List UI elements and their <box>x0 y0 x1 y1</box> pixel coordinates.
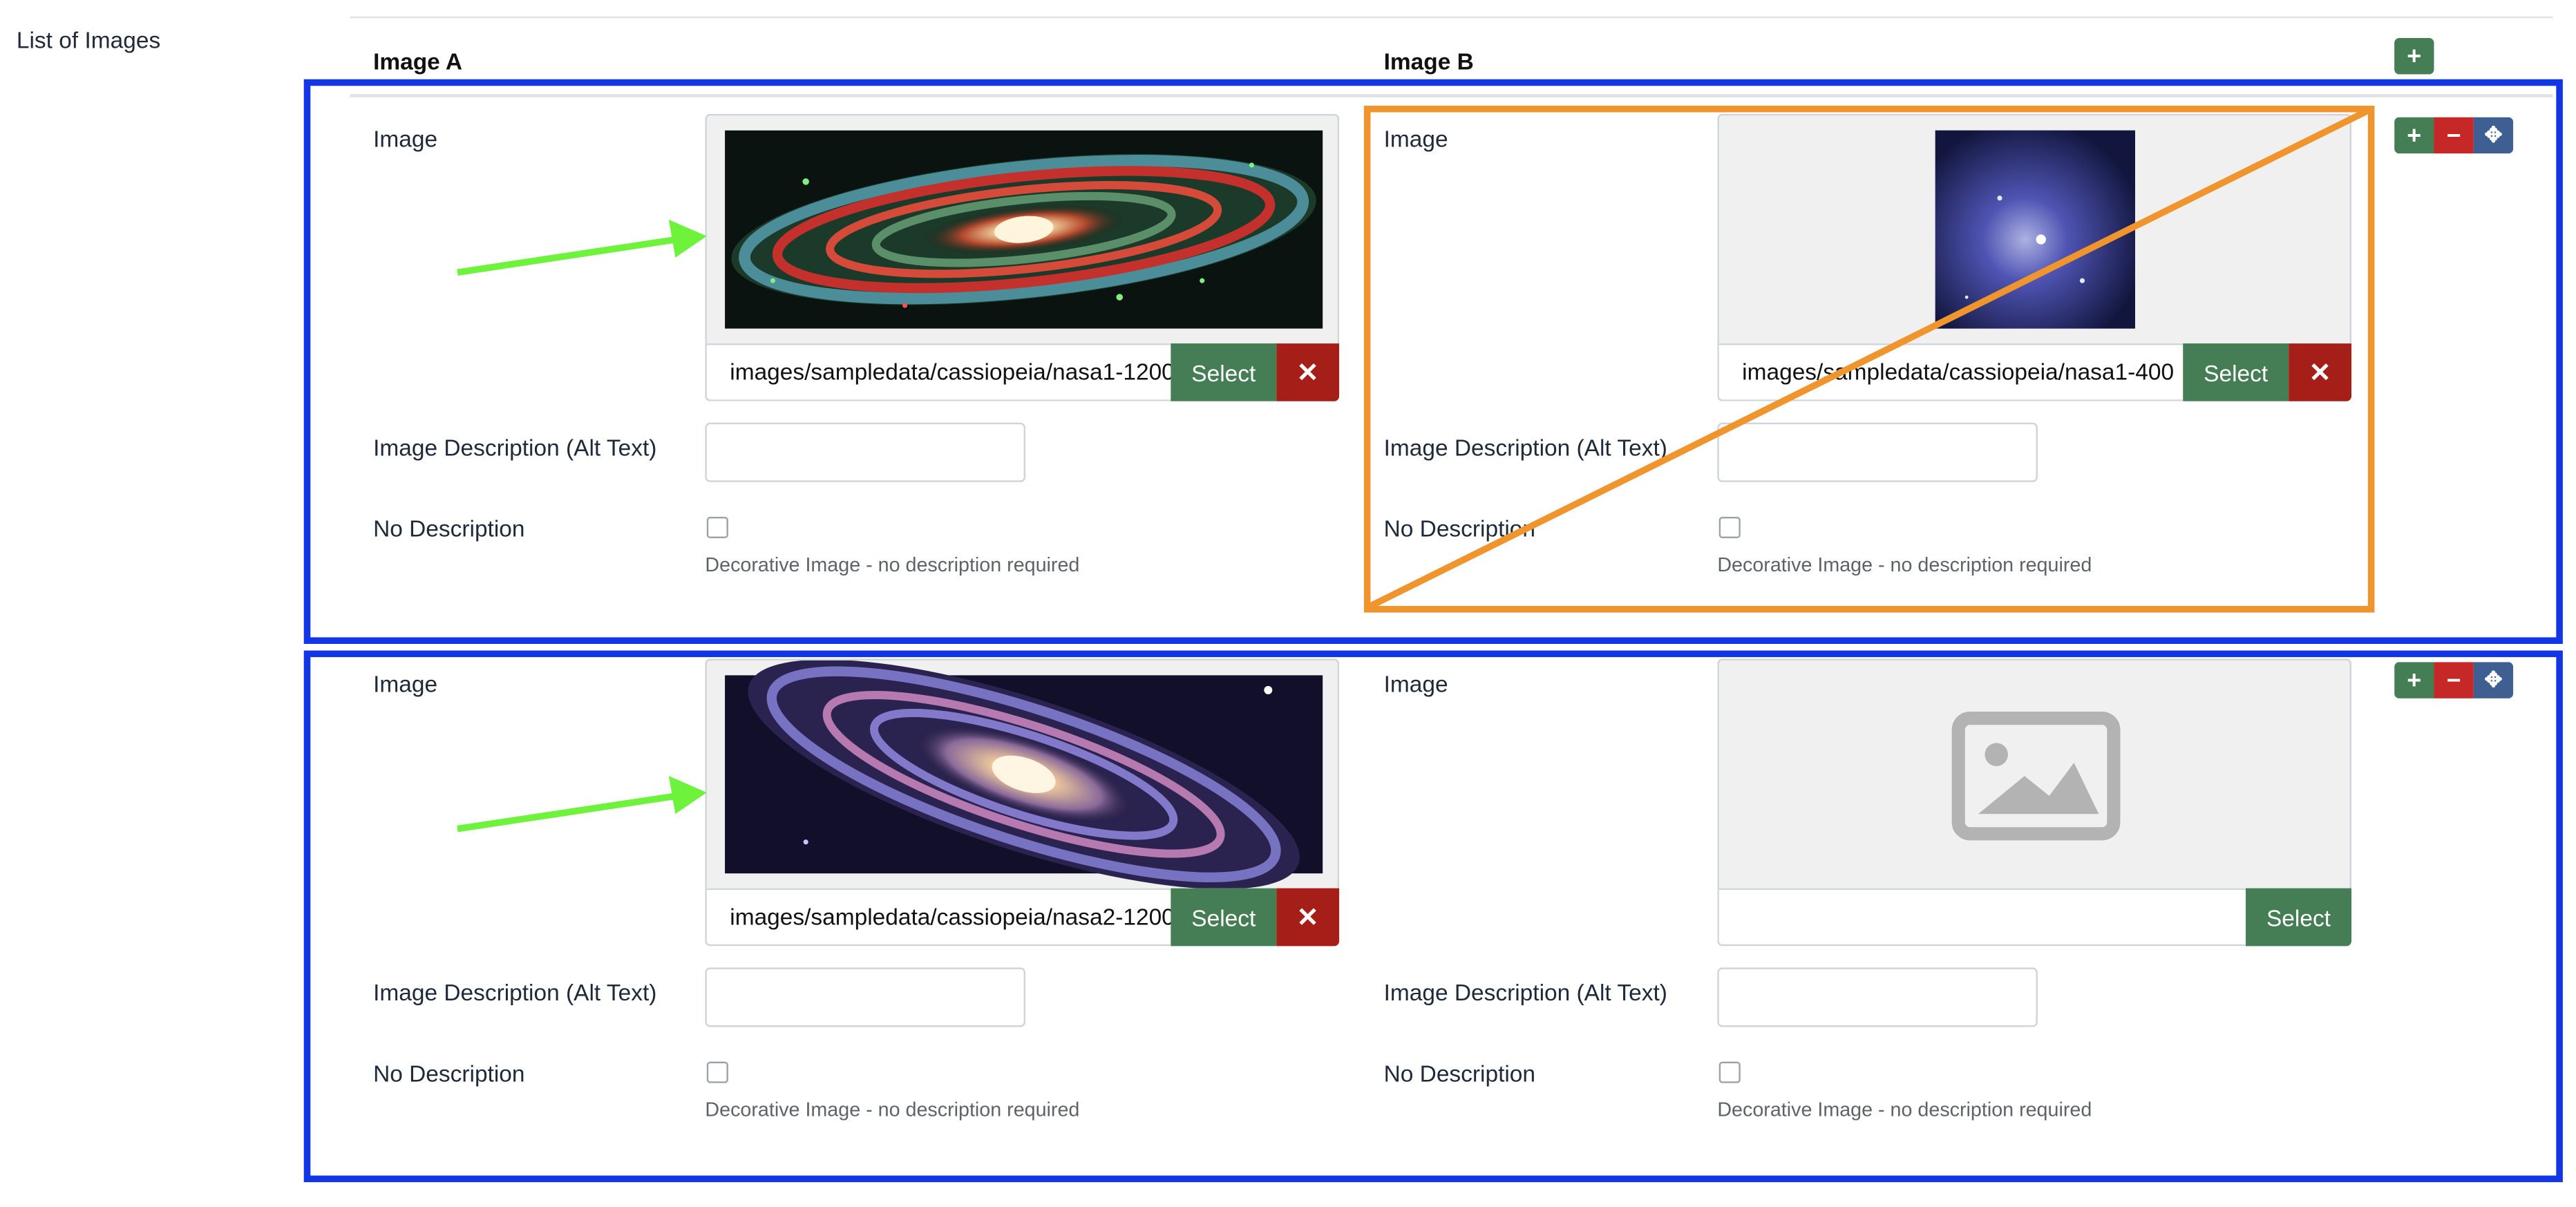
green-arrow-icon <box>457 219 707 276</box>
strike-line <box>1369 106 2373 609</box>
green-arrow-icon <box>457 776 707 833</box>
annotation-overlay <box>457 106 2373 833</box>
page: List of Images Image A Image B + Image i… <box>0 0 2576 1207</box>
